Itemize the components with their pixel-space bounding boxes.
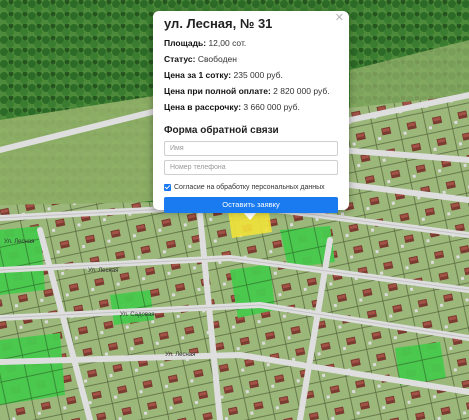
phone-input[interactable]	[164, 160, 338, 175]
price-per-sotka-value: 235 000 руб.	[233, 70, 283, 80]
name-input[interactable]	[164, 141, 338, 156]
street-label: Ул. Лесная	[165, 352, 195, 358]
installment-row: Цена в рассрочку: 3 660 000 руб.	[164, 102, 300, 112]
consent-label: Согласие на обработку персональных данны…	[174, 183, 325, 191]
installment-value: 3 660 000 руб.	[243, 102, 300, 112]
feedback-form-title: Форма обратной связи	[164, 125, 279, 136]
price-per-sotka-row: Цена за 1 сотку: 235 000 руб.	[164, 70, 283, 80]
area-value: 12,00 сот.	[208, 38, 247, 48]
status-label: Статус	[164, 54, 193, 64]
plot-title: ул. Лесная, № 31	[164, 16, 273, 31]
area-row: Площадь: 12,00 сот.	[164, 38, 247, 48]
full-payment-row: Цена при полной оплате: 2 820 000 руб.	[164, 86, 330, 96]
area-label: Площадь	[164, 38, 204, 48]
status-row: Статус: Свободен	[164, 54, 237, 64]
full-payment-value: 2 820 000 руб.	[273, 86, 330, 96]
full-payment-label: Цена при полной оплате	[164, 86, 268, 96]
consent-row[interactable]: Согласие на обработку персональных данны…	[164, 182, 338, 192]
consent-checkbox[interactable]	[164, 183, 171, 191]
price-per-sotka-label: Цена за 1 сотку	[164, 70, 229, 80]
street-label: Ул. Лесная	[88, 268, 118, 274]
plot-info-popup: ✕ ул. Лесная, № 31 Площадь: 12,00 сот. С…	[153, 11, 349, 213]
installment-label: Цена в рассрочку	[164, 102, 239, 112]
status-value: Свободен	[197, 54, 237, 64]
close-icon[interactable]: ✕	[335, 12, 344, 24]
street-label: Ул. Лесная	[4, 239, 34, 245]
submit-request-button[interactable]: Оставить заявку	[164, 197, 338, 213]
street-label: Ул. Садовая	[120, 312, 155, 318]
